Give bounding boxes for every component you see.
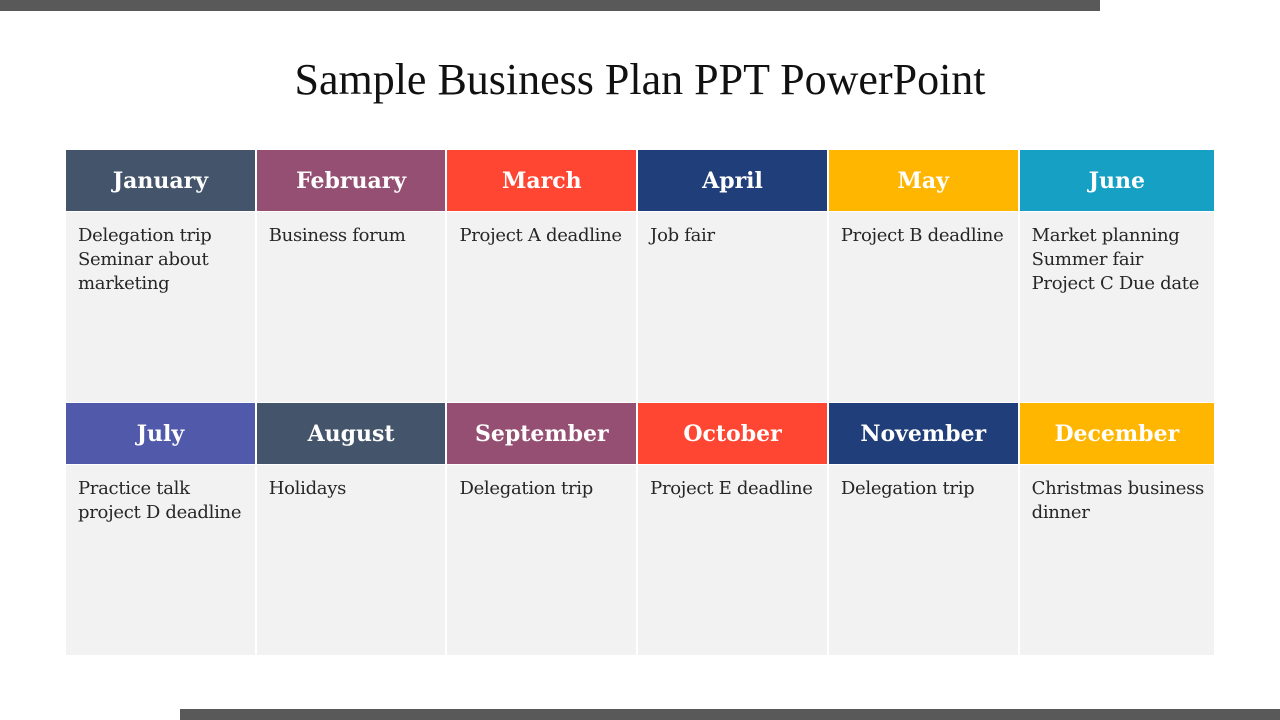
bottom-decorative-bar bbox=[180, 709, 1280, 720]
month-calendar-grid: January February March April May June Delegati… bbox=[66, 150, 1214, 655]
month-header-february: February bbox=[256, 150, 446, 211]
month-events-august: Holidays bbox=[256, 465, 446, 655]
month-header-september: September bbox=[447, 403, 637, 464]
event-text: marketing bbox=[78, 273, 170, 294]
month-events-july: Practice talk project D deadline bbox=[66, 465, 255, 655]
month-events-march: Project A deadline bbox=[447, 212, 637, 402]
event-text: Delegation trip bbox=[459, 478, 593, 499]
month-header-may: May bbox=[828, 150, 1018, 211]
month-header-march: March bbox=[447, 150, 637, 211]
event-text: Delegation trip bbox=[840, 478, 975, 499]
month-header-january: January bbox=[66, 150, 255, 211]
event-text: Christmas business bbox=[1031, 478, 1205, 499]
top-decorative-bar bbox=[0, 0, 1100, 11]
slide-title: Sample Business Plan PPT PowerPoint bbox=[294, 55, 986, 104]
event-text: project D deadline bbox=[78, 502, 242, 523]
event-text: Summer fair bbox=[1031, 249, 1144, 270]
month-header-april: April bbox=[638, 150, 827, 211]
month-events-may: Project B deadline bbox=[828, 212, 1018, 402]
event-text: Seminar about bbox=[78, 249, 209, 270]
month-events-november: Delegation trip bbox=[828, 465, 1018, 655]
month-header-august: August bbox=[256, 403, 446, 464]
month-events-june: Market planning Summer fair Project C Due … bbox=[1019, 212, 1214, 402]
month-header-october: October bbox=[638, 403, 827, 464]
month-events-february: Business forum bbox=[256, 212, 446, 402]
month-events-december: Christmas business dinner bbox=[1019, 465, 1214, 655]
event-text: Project B deadline bbox=[840, 225, 1004, 246]
event-text: Practice talk bbox=[78, 478, 190, 499]
month-header-november: November bbox=[828, 403, 1018, 464]
event-text: Project E deadline bbox=[650, 478, 813, 499]
event-text: dinner bbox=[1031, 502, 1090, 523]
event-text: Project C Due date bbox=[1031, 273, 1200, 294]
month-events-september: Delegation trip bbox=[447, 465, 637, 655]
event-text: Delegation trip bbox=[78, 225, 212, 246]
event-text: Business forum bbox=[268, 225, 406, 246]
month-header-july: July bbox=[66, 403, 255, 464]
event-text: Job fair bbox=[650, 225, 715, 246]
month-header-june: June bbox=[1019, 150, 1214, 211]
event-text: Project A deadline bbox=[459, 225, 622, 246]
month-events-april: Job fair bbox=[638, 212, 827, 402]
event-text: Holidays bbox=[268, 478, 347, 499]
month-events-october: Project E deadline bbox=[638, 465, 827, 655]
month-header-december: December bbox=[1019, 403, 1214, 464]
month-events-january: Delegation trip Seminar about marketing bbox=[66, 212, 255, 402]
event-text: Market planning bbox=[1031, 225, 1180, 246]
